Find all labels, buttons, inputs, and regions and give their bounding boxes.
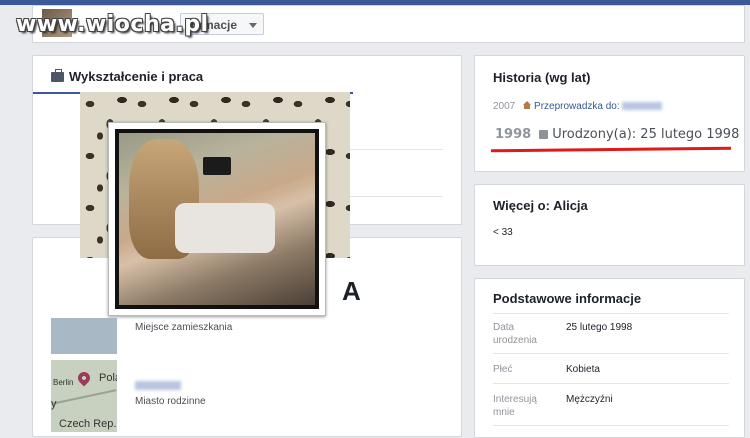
map-pin-icon bbox=[75, 369, 93, 387]
basic-value: Kobieta bbox=[566, 364, 600, 375]
map-current-city[interactable] bbox=[51, 318, 117, 354]
basic-key: Interesują mnie bbox=[493, 394, 537, 418]
age-value: < 33 bbox=[493, 227, 513, 238]
current-city-label: Miejsce zamieszkania bbox=[135, 322, 233, 333]
map-hometown[interactable]: Berlin Pola y Czech Rep. bbox=[51, 360, 117, 432]
chevron-down-icon bbox=[249, 23, 258, 28]
basic-value: Mężczyźni bbox=[566, 394, 613, 405]
basic-info-title: Podstawowe informacje bbox=[493, 291, 642, 306]
red-highlight-line bbox=[490, 146, 732, 153]
birth-text: Urodzony(a): 25 lutego 1998 bbox=[552, 127, 740, 142]
map-label: Pola bbox=[99, 372, 117, 384]
divider bbox=[493, 383, 729, 384]
history-row-2007: 2007 Przeprowadzka do: bbox=[493, 101, 663, 112]
basic-info-card: Podstawowe informacje Data urodzenia 25 … bbox=[474, 278, 745, 438]
map-label: Berlin bbox=[53, 378, 74, 387]
history-title: Historia (wg lat) bbox=[493, 70, 591, 85]
divider bbox=[493, 353, 729, 354]
phone-in-photo bbox=[203, 157, 231, 175]
history-row-1998: 1998 Urodzony(a): 25 lutego 1998 bbox=[495, 127, 739, 142]
house-icon bbox=[523, 101, 532, 109]
basic-key: Data urodzenia bbox=[493, 322, 537, 346]
cover-name-fragment: A bbox=[342, 276, 361, 306]
watermark: www.wiocha.pl bbox=[16, 12, 209, 37]
profile-picture[interactable] bbox=[108, 122, 326, 316]
moved-to-link[interactable]: Przeprowadzka do: bbox=[534, 101, 620, 112]
basic-value: 25 lutego 1998 bbox=[566, 322, 633, 333]
map-label: y bbox=[51, 398, 57, 410]
divider bbox=[493, 313, 729, 314]
basic-key: Płeć bbox=[493, 364, 513, 375]
hometown-name-blurred[interactable] bbox=[135, 381, 181, 390]
education-title: Wykształcenie i praca bbox=[69, 69, 204, 84]
moved-to-city-blurred[interactable] bbox=[622, 102, 663, 111]
more-about-card: Więcej o: Alicja < 33 bbox=[474, 184, 745, 266]
history-card: Historia (wg lat) 2007 Przeprowadzka do:… bbox=[474, 55, 745, 172]
briefcase-icon bbox=[51, 68, 64, 82]
more-about-title: Więcej o: Alicja bbox=[493, 198, 588, 213]
map-label: Czech Rep. bbox=[59, 418, 117, 430]
hometown-label: Miasto rodzinne bbox=[135, 396, 206, 407]
history-year: 2007 bbox=[493, 101, 516, 112]
history-year: 1998 bbox=[495, 127, 532, 142]
divider bbox=[493, 425, 729, 426]
birth-icon bbox=[539, 130, 549, 139]
